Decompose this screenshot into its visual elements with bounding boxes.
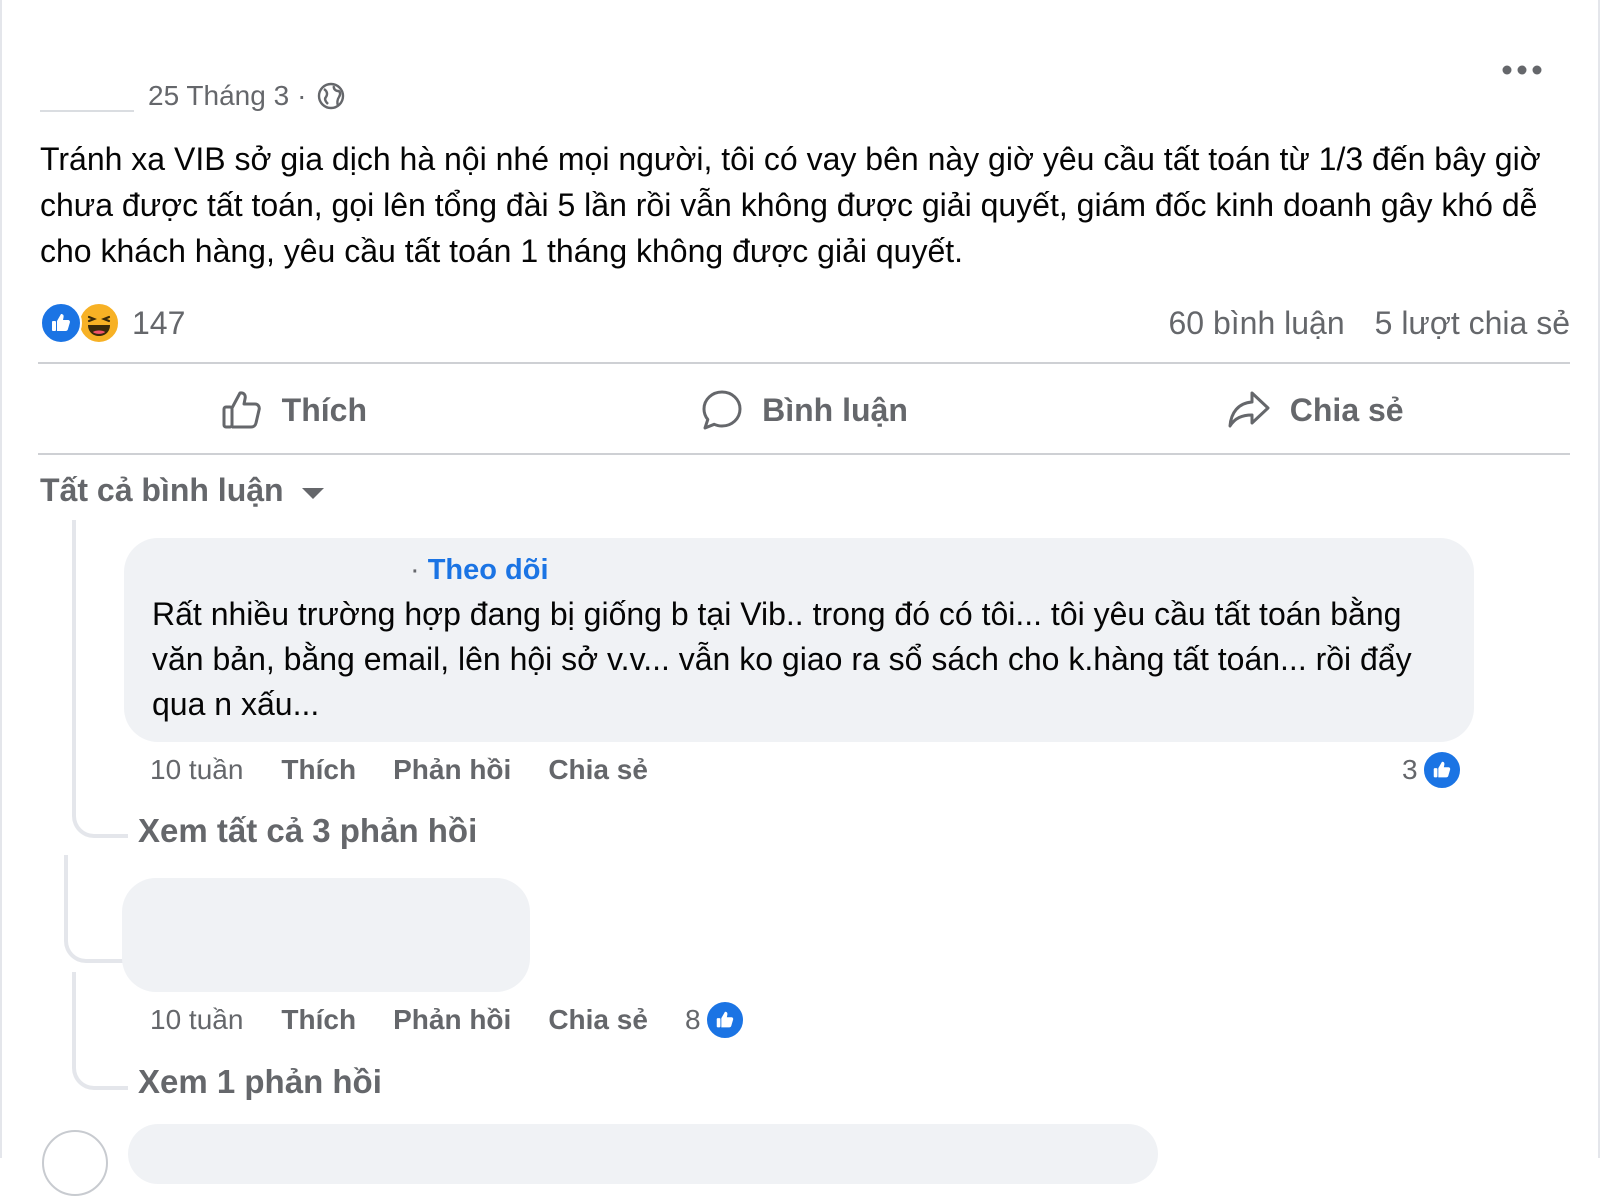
post-date[interactable]: 25 Tháng 3 [148,80,289,112]
comment-button-label: Bình luận [762,391,908,428]
comment-follow[interactable]: · Theo dõi [410,554,549,587]
thread-connector [72,610,128,838]
divider-top [38,362,1570,364]
meta-separator: · [297,80,307,111]
comment-text: Rất nhiều trường hợp đang bị giống b tại… [152,596,1412,722]
comment-reply-button[interactable]: Phản hồi [393,1004,511,1036]
comment-like-button[interactable]: Thích [281,1004,356,1036]
author-name-redacted [40,80,134,112]
thread-connector [64,855,126,963]
thread-line [72,520,76,620]
comment-button[interactable]: Bình luận [549,372,1060,448]
post-stats: 60 bình luận 5 lượt chia sẻ [1168,300,1570,346]
divider-bottom [38,453,1570,455]
shares-count-link[interactable]: 5 lượt chia sẻ [1375,305,1570,342]
post-text: Tránh xa VIB sở gia dịch hà nội nhé mọi … [40,141,1541,269]
follow-link[interactable]: Theo dõi [428,554,549,586]
frame-edge-left [0,0,2,1158]
like-button-label: Thích [281,391,367,428]
comment-actions: 10 tuần Thích Phản hồi Chia sẻ 8 [150,1000,745,1040]
thread-connector [72,1040,128,1090]
comment-reply-button[interactable]: Phản hồi [393,754,511,786]
caret-down-icon [301,487,324,499]
comment-time[interactable]: 10 tuần [150,1004,243,1036]
post-meta: 25 Tháng 3 · [40,78,345,114]
comment-bubble-redacted [122,878,530,992]
like-reaction-icon [1421,750,1462,790]
comment-bubble-partial [128,1124,1158,1184]
more-icon [1502,65,1542,75]
post-actions-bar: Thích Bình luận Chia sẻ [38,372,1570,448]
comment-actions: 10 tuần Thích Phản hồi Chia sẻ [150,750,685,790]
comments-count-link[interactable]: 60 bình luận [1168,305,1344,342]
share-button[interactable]: Chia sẻ [1059,372,1570,448]
globe-icon [317,82,345,110]
comments-sort-dropdown[interactable]: Tất cả bình luận [40,468,324,512]
share-arrow-icon [1228,391,1270,428]
haha-reaction-icon [78,302,120,344]
comments-sort-label: Tất cả bình luận [40,471,284,508]
like-button[interactable]: Thích [38,372,549,448]
comment-share-button[interactable]: Chia sẻ [548,1004,648,1036]
like-reaction-icon [40,302,82,344]
reaction-summary[interactable]: 147 [40,300,185,346]
share-button-label: Chia sẻ [1289,391,1404,428]
comment-bubble-icon [702,390,742,430]
reaction-count: 147 [132,304,186,341]
view-replies-link[interactable]: Xem 1 phản hồi [138,1063,382,1101]
comment-share-button[interactable]: Chia sẻ [548,754,648,786]
like-reaction-icon [704,1000,745,1040]
thumbs-up-icon [222,391,261,429]
comment-time[interactable]: 10 tuần [150,754,243,786]
more-options-button[interactable] [1500,55,1544,85]
comment-like-count[interactable]: 8 [685,1000,745,1040]
comment-like-number: 3 [1402,754,1418,785]
comment-like-button[interactable]: Thích [281,754,356,786]
comment-like-number: 8 [684,1004,701,1035]
avatar[interactable] [42,1130,108,1196]
comment-like-count[interactable]: 3 [1402,750,1462,790]
view-replies-link[interactable]: Xem tất cả 3 phản hồi [138,812,477,850]
